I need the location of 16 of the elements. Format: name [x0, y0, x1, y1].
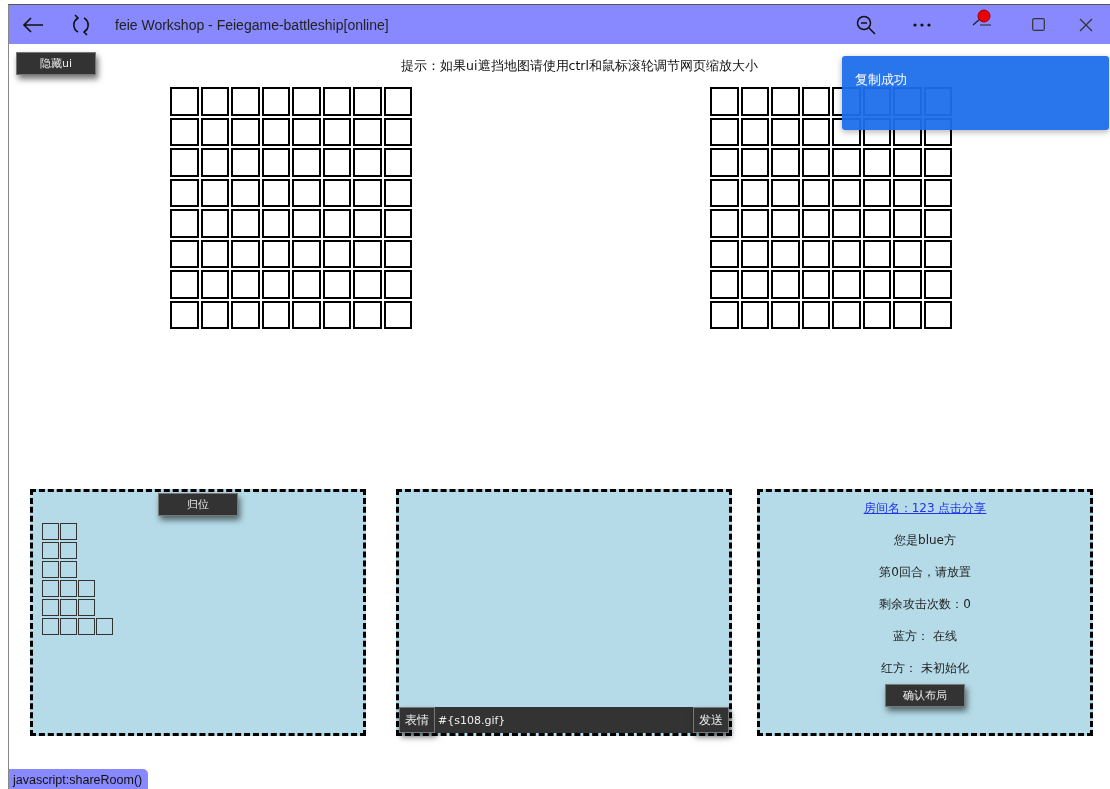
window-title: feie Workshop - Feiegame-battleship[online] — [115, 16, 389, 33]
status-text: 蓝方： 在线 — [893, 628, 957, 645]
hint-text: 提示：如果ui遮挡地图请使用ctrl和鼠标滚轮调节网页缩放大小 — [401, 58, 758, 73]
status-text: 您是blue方 — [894, 532, 956, 549]
share-room-link[interactable]: 房间名：123 点击分享 — [863, 498, 987, 518]
message-input[interactable]: #{s108.gif} — [435, 707, 693, 733]
status-text: 剩余攻击次数：0 — [879, 596, 971, 613]
hide-ui-button[interactable]: 隐藏ui — [16, 52, 96, 75]
confirm-layout-button[interactable]: 确认布局 — [885, 684, 965, 707]
status-text: 红方： 未初始化 — [881, 660, 969, 677]
status-text: 第0回合，请放置 — [879, 564, 971, 581]
reset-button[interactable]: 归位 — [158, 493, 238, 516]
copy-success-toast: 复制成功 — [842, 56, 1109, 130]
status-url: javascript:shareRoom() — [9, 769, 149, 789]
send-button[interactable]: 发送 — [693, 707, 729, 733]
emoji-button[interactable]: 表情 — [399, 707, 435, 733]
